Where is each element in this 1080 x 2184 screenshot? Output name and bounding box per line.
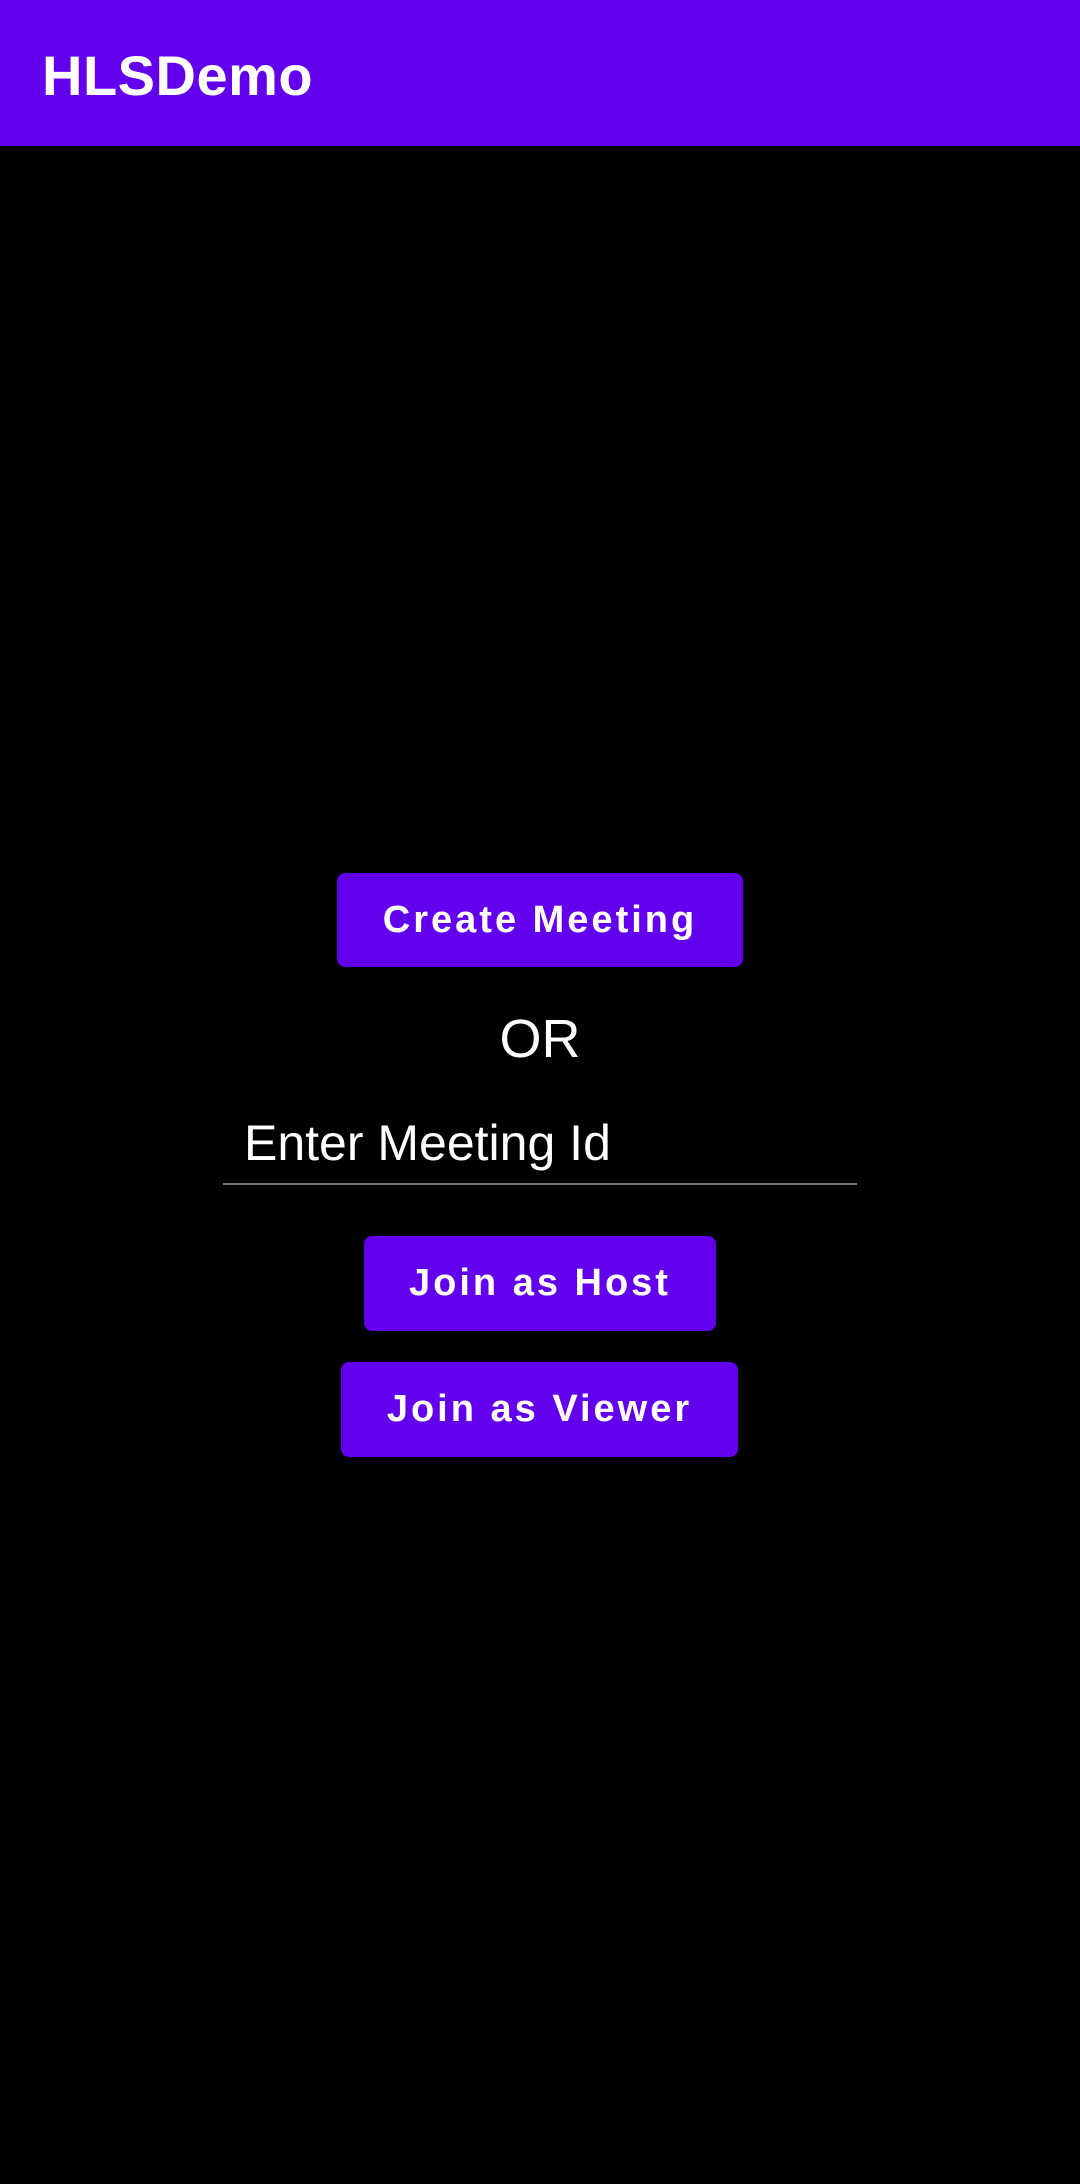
- meeting-id-input[interactable]: [223, 1103, 857, 1185]
- join-as-viewer-button[interactable]: Join as Viewer: [341, 1362, 738, 1457]
- join-as-host-button[interactable]: Join as Host: [364, 1236, 716, 1331]
- create-meeting-button[interactable]: Create Meeting: [337, 873, 743, 967]
- app-title: HLSDemo: [42, 43, 314, 107]
- or-divider-label: OR: [499, 1009, 581, 1069]
- app-screen: HLSDemo Create Meeting OR Join as Host J…: [0, 0, 1080, 2184]
- app-bar: HLSDemo: [0, 0, 1080, 146]
